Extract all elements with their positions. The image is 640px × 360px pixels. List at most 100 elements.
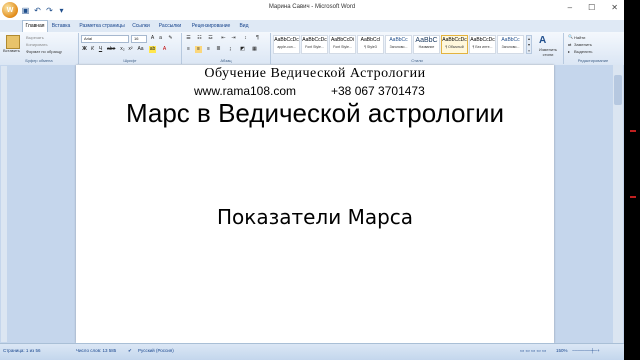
paragraph-label: Абзац <box>220 58 232 63</box>
style-tile[interactable]: AaBbCcDc apple-con... <box>273 35 300 54</box>
scrollbar-thumb[interactable] <box>614 75 622 105</box>
numbering-icon[interactable]: ☷ <box>196 35 203 42</box>
ribbon-tabs: Главная Вставка Разметка страницы Ссылки… <box>0 20 624 33</box>
style-sample: AaBbCcDc <box>274 37 299 43</box>
font-color-icon[interactable]: A <box>161 46 168 53</box>
word-count[interactable]: Число слов: 13 585 <box>76 348 116 353</box>
bold-icon[interactable]: Ж <box>81 46 88 53</box>
increase-indent-icon[interactable]: ⇥ <box>230 35 237 42</box>
style-sample: AaBbCcDc <box>470 37 495 43</box>
editing-group: 🔍 Найти ⇄ Заменить ▸ Выделить Редактиров… <box>564 33 622 64</box>
style-name: Font Style... <box>305 45 324 49</box>
align-center-icon[interactable]: ≡ <box>195 46 202 53</box>
find-icon: 🔍 <box>568 34 573 39</box>
format-painter-button[interactable]: Формат по образцу <box>26 49 62 54</box>
change-styles-button[interactable]: Изменить стили <box>536 47 560 57</box>
find-button[interactable]: Найти <box>574 35 585 40</box>
bullets-icon[interactable]: ☰ <box>185 35 192 42</box>
clipboard-label: Буфер обмена <box>25 58 53 63</box>
change-case-icon[interactable]: Aa <box>137 46 144 53</box>
page-count[interactable]: Страница: 1 из 56 <box>3 348 40 353</box>
justify-icon[interactable]: ≣ <box>215 46 222 53</box>
align-left-icon[interactable]: ≡ <box>185 46 192 53</box>
view-buttons[interactable]: ▭ ▭ ▭ ▭ ▭ <box>520 348 546 354</box>
highlight-icon[interactable]: ab <box>149 46 156 53</box>
select-button[interactable]: Выделить <box>574 49 592 54</box>
show-marks-icon[interactable]: ¶ <box>254 35 261 42</box>
tab-mailings[interactable]: Рассылки <box>156 21 184 32</box>
maximize-button[interactable]: ☐ <box>588 3 595 12</box>
style-sample: AaBbC <box>415 37 438 44</box>
font-label: Шрифт <box>123 58 137 63</box>
style-name: ¶ Без инте... <box>472 45 493 49</box>
language-indicator[interactable]: Русский (Россия) <box>138 348 174 353</box>
borders-icon[interactable]: ▦ <box>251 46 258 53</box>
style-name: Заголово... <box>501 45 520 49</box>
zoom-slider[interactable]: −─────┼─+ <box>572 348 600 353</box>
tab-view[interactable]: Вид <box>236 21 252 32</box>
style-sample: AaBbCc <box>501 37 520 43</box>
replace-button[interactable]: Заменить <box>574 42 592 47</box>
styles-scroll-icon[interactable]: ▴ ▾ ▿ <box>526 35 532 54</box>
style-tile[interactable]: AaBbCcDc Font Style... <box>301 35 328 54</box>
close-button[interactable]: ✕ <box>611 3 618 12</box>
shrink-font-icon[interactable]: a <box>157 35 164 42</box>
style-name: ¶ Обычный <box>445 45 464 49</box>
clipboard-group: Вставить Вырезать Копировать Формат по о… <box>0 33 79 64</box>
style-name: apple-con... <box>277 45 296 49</box>
paste-icon[interactable] <box>6 35 20 49</box>
style-sample: AaBbCc <box>389 37 408 43</box>
change-styles-icon[interactable]: A <box>539 35 546 46</box>
tab-page-layout[interactable]: Разметка страницы <box>76 21 128 32</box>
font-group: Arial 16 A a ✎ Ж К Ч abe x₂ x² Aa ab A Ш… <box>79 33 182 64</box>
superscript-icon[interactable]: x² <box>127 46 134 53</box>
decrease-indent-icon[interactable]: ⇤ <box>220 35 227 42</box>
style-tile-selected[interactable]: AaBbCcDc ¶ Обычный <box>441 35 468 54</box>
style-name: Заголово... <box>389 45 408 49</box>
zoom-level[interactable]: 150% <box>556 348 568 353</box>
tab-insert[interactable]: Вставка <box>48 21 74 32</box>
shading-icon[interactable]: ◩ <box>239 46 246 53</box>
align-right-icon[interactable]: ≡ <box>205 46 212 53</box>
paste-button[interactable]: Вставить <box>3 48 20 53</box>
grow-font-icon[interactable]: A <box>149 35 156 42</box>
underline-icon[interactable]: Ч <box>97 46 104 53</box>
style-tile[interactable]: AaBbCcI ¶ Style3 <box>357 35 384 54</box>
document-page[interactable]: Обучение Ведической Астрологии www.rama1… <box>76 65 554 343</box>
red-marker <box>630 196 636 198</box>
font-size-field[interactable]: 16 <box>131 35 147 43</box>
minimize-button[interactable]: – <box>568 3 572 12</box>
document-subtitle: Показатели Марса <box>216 205 414 229</box>
style-sample: AaBbCcDc <box>302 37 327 43</box>
italic-icon[interactable]: К <box>89 46 96 53</box>
style-tile[interactable]: AaBbC Название <box>413 35 440 54</box>
style-tile[interactable]: AaBbCcDc ¶ Без инте... <box>469 35 496 54</box>
style-name: Font Style... <box>333 45 352 49</box>
strikethrough-icon[interactable]: abe <box>107 46 115 53</box>
multilevel-list-icon[interactable]: ☲ <box>207 35 214 42</box>
style-tile[interactable]: AaBbCcDi Font Style... <box>329 35 356 54</box>
style-sample: AaBbCcDi <box>330 37 355 43</box>
spellcheck-icon[interactable]: ✔ <box>128 348 132 354</box>
style-tile[interactable]: AaBbCc Заголово... <box>497 35 524 54</box>
subscript-icon[interactable]: x₂ <box>119 46 126 53</box>
styles-label: Стили <box>411 58 423 63</box>
copy-button[interactable]: Копировать <box>26 42 48 47</box>
font-name-field[interactable]: Arial <box>81 35 129 43</box>
line-spacing-icon[interactable]: ↨ <box>227 46 234 53</box>
styles-group: AaBbCcDc apple-con... AaBbCcDc Font Style.… <box>271 33 564 64</box>
vertical-scrollbar[interactable] <box>613 65 623 343</box>
document-workspace: Обучение Ведической Астрологии www.rama1… <box>0 65 624 343</box>
style-tile[interactable]: AaBbCc Заголово... <box>385 35 412 54</box>
phone-text: +38 067 3701473 <box>331 84 425 98</box>
tab-review[interactable]: Рецензирование <box>188 21 234 32</box>
vertical-ruler <box>1 66 7 342</box>
style-sample: AaBbCcI <box>360 37 381 43</box>
ribbon: Вставить Вырезать Копировать Формат по о… <box>0 32 624 66</box>
red-marker <box>630 130 636 132</box>
replace-icon: ⇄ <box>568 42 572 47</box>
tab-references[interactable]: Ссылки <box>130 21 152 32</box>
clear-format-icon[interactable]: ✎ <box>167 35 174 42</box>
cut-button[interactable]: Вырезать <box>26 35 44 40</box>
sort-icon[interactable]: ↕ <box>242 35 249 42</box>
